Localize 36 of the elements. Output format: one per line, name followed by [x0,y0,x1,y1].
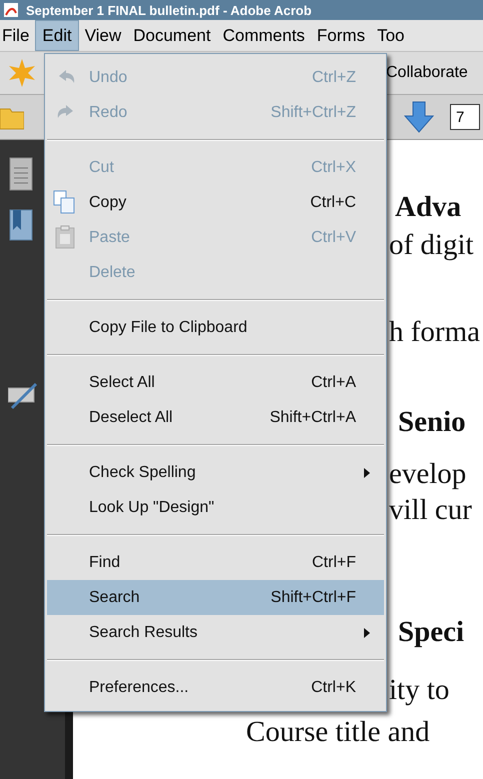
bookmark-icon[interactable] [8,208,34,242]
document-text: of digit [389,230,474,260]
copy-icon [53,190,77,214]
menu-bar-item[interactable]: Comments [216,20,311,51]
document-heading: Senio [398,408,466,436]
menu-item[interactable]: Look Up "Design" [47,490,384,525]
document-text: ity to [389,676,450,704]
menu-item[interactable]: Select All Ctrl+A [47,365,384,400]
menu-item[interactable]: Preferences... Ctrl+K [47,670,384,705]
menu-bar-item[interactable]: Too [371,20,411,51]
menu-item[interactable]: Search Results [47,615,384,650]
menu-item[interactable]: Check Spelling [47,455,384,490]
menu-bar-item[interactable]: Forms [310,20,372,51]
document-heading: Speci [398,618,464,646]
document-text: h forma [389,318,480,346]
collaborate-label[interactable]: Collaborate [386,61,468,85]
document-heading: Adva [395,192,462,222]
document-text: Course title and [246,718,430,746]
down-arrow-icon[interactable] [402,100,436,134]
menu-item[interactable]: Find Ctrl+F [47,545,384,580]
menu-bar-item[interactable]: Edit [35,20,79,51]
menu-item[interactable]: Copy Ctrl+C [47,185,384,220]
document-text: evelop [389,460,466,488]
pen-icon[interactable] [8,382,38,410]
page-number-field[interactable]: 7 [450,104,480,130]
menu-item[interactable]: Deselect All Shift+Ctrl+A [47,400,384,435]
menu-bar-item[interactable]: File [0,20,36,51]
menu-bar-item[interactable]: Document [127,20,217,51]
window-title: September 1 FINAL bulletin.pdf - Adobe Acrob [26,4,312,16]
document-text: vill cur [389,496,472,524]
menu-item[interactable]: Search Shift+Ctrl+F [47,580,384,615]
menu-bar-item[interactable]: View [78,20,128,51]
pages-icon[interactable] [8,156,34,192]
pdf-icon [4,3,18,17]
menu-item[interactable]: Copy File to Clipboard [47,310,384,345]
clipboard-icon [55,225,77,249]
